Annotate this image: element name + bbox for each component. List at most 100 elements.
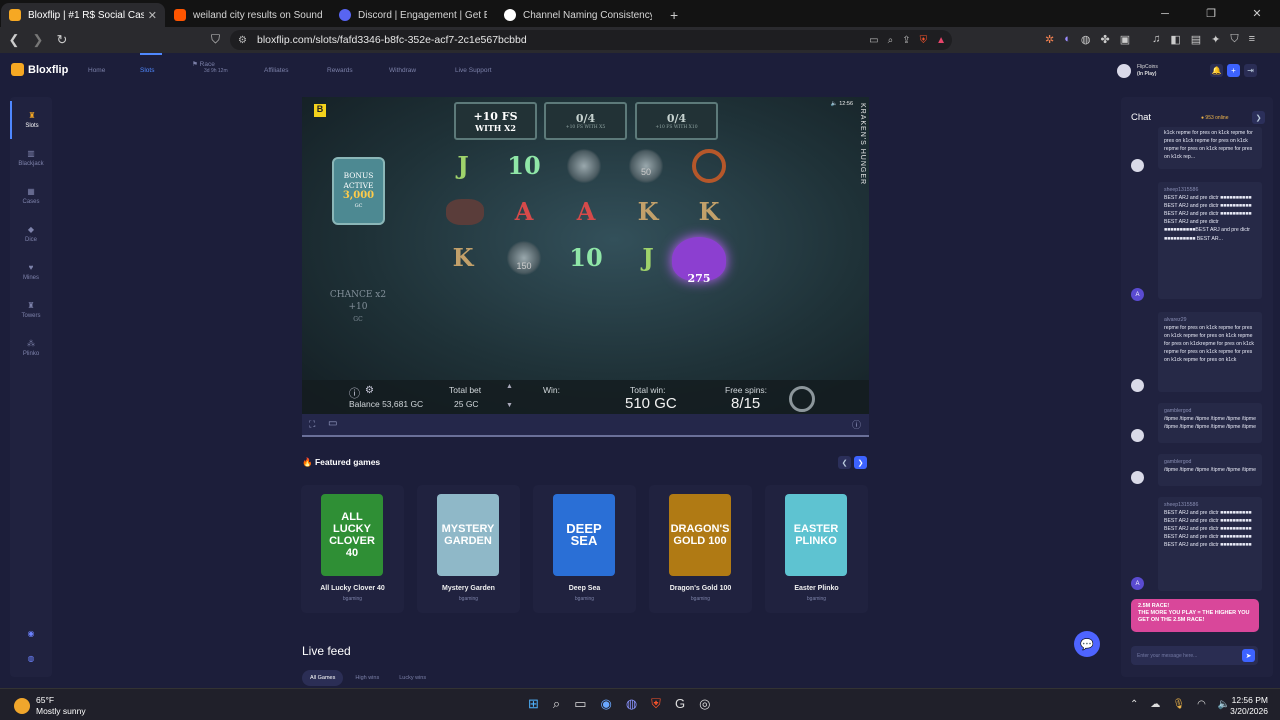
bookmark-icon[interactable]: ⛉ — [211, 32, 220, 47]
sidebar-item-cases[interactable]: ▦ Cases — [10, 177, 52, 215]
discord-icon[interactable]: ◍ — [28, 654, 35, 663]
settings-gear-icon[interactable]: ⚙ — [365, 385, 374, 396]
chat-support-bubble-icon[interactable]: 💬 — [1074, 631, 1100, 657]
brave-shield-icon[interactable]: ⛨ — [920, 35, 928, 46]
game-card[interactable]: EASTER PLINKO Easter Plinko bgaming — [765, 485, 868, 613]
fullscreen-icon[interactable]: ⛶ — [309, 419, 315, 430]
tab-soundcloud[interactable]: weiland city results on SoundCloud — [166, 3, 330, 27]
reload-icon[interactable]: ↻ — [52, 32, 72, 48]
close-tab-icon[interactable]: ✕ — [148, 9, 157, 22]
theater-mode-icon[interactable]: ▭ — [328, 418, 337, 429]
app-g-icon[interactable]: G — [675, 696, 685, 712]
zoom-icon[interactable]: ⌕ — [888, 35, 894, 46]
extension-ghost-icon[interactable]: ◐ — [1064, 33, 1071, 46]
tab-all-games[interactable]: All Games — [302, 670, 344, 686]
extension-discord-icon[interactable]: ◍ — [1081, 33, 1091, 46]
nav-race[interactable]: ⚑ Race 3d 9h 12m — [192, 61, 264, 74]
live-feed-tabs: All Games High wins Lucky wins — [302, 670, 434, 686]
app-icon[interactable]: ◉ — [600, 696, 611, 712]
system-tray: ⌃ ☁ 🎙 ◠ 🔈 — [1130, 699, 1230, 710]
game-control-bar: ⓘ ⚙ Balance 53,681 GC Total bet 25 GC ▲ … — [302, 380, 869, 414]
race-promo-banner[interactable]: 2.5M RACE! THE MORE YOU PLAY = THE HIGHER… — [1131, 599, 1259, 632]
nav-rewards[interactable]: Rewards — [327, 67, 389, 79]
app-steam-icon[interactable]: ◎ — [699, 696, 710, 712]
twitter-icon[interactable]: ◉ — [28, 629, 35, 638]
slot-game-frame[interactable]: B +10 FS WITH X2 0/4 +10 FS WITH X5 0/4 +10… — [302, 97, 869, 414]
bet-down-icon[interactable]: ▼ — [506, 402, 513, 409]
sidebar-toggle-icon[interactable]: ◧ — [1170, 33, 1180, 46]
user-profile[interactable]: FlipCoins (In Play) — [1117, 64, 1158, 78]
search-icon[interactable]: ⌕ — [553, 696, 560, 712]
extension-pinwheel-icon[interactable]: ✲ — [1045, 33, 1054, 46]
carousel-next-button[interactable]: ❯ — [854, 456, 867, 469]
logout-icon[interactable]: ⇥ — [1244, 64, 1257, 77]
wifi-icon[interactable]: ◠ — [1197, 699, 1206, 710]
file-explorer-icon[interactable]: ▭ — [574, 696, 586, 712]
sidebar-item-dice[interactable]: ◆ Dice — [10, 215, 52, 253]
collapse-chat-button[interactable]: ❯ — [1252, 111, 1265, 124]
minimize-icon[interactable]: ─ — [1142, 0, 1188, 27]
taskbar-clock[interactable]: 12:56 PM 3/20/2026 — [1226, 695, 1268, 717]
leo-ai-icon[interactable]: ✦ — [1211, 33, 1220, 46]
nav-affiliates[interactable]: Affiliates — [264, 67, 327, 79]
tab-lucky-wins[interactable]: Lucky wins — [391, 670, 434, 686]
site-info-icon[interactable]: ⚙ — [238, 35, 247, 46]
discord-taskbar-icon[interactable]: ◍ — [626, 696, 637, 712]
nav-slots[interactable]: Slots — [140, 67, 192, 79]
forward-icon[interactable]: ❯ — [28, 32, 48, 48]
carousel-prev-button[interactable]: ❮ — [838, 456, 851, 469]
tab-channel-naming[interactable]: Channel Naming Consistency — [496, 3, 660, 27]
close-window-icon[interactable]: ✕ — [1234, 0, 1280, 27]
back-icon[interactable]: ❮ — [4, 32, 24, 48]
cast-icon[interactable]: ▭ — [869, 35, 878, 46]
notifications-bell-icon[interactable]: 🔔 — [1210, 64, 1223, 77]
share-icon[interactable]: ⇪ — [902, 35, 910, 46]
onedrive-icon[interactable]: ☁ — [1150, 699, 1160, 710]
nav-live-support[interactable]: Live Support — [455, 67, 492, 79]
spin-button[interactable] — [789, 386, 815, 412]
game-title: KRAKEN'S HUNGER — [859, 103, 866, 186]
extension-square-icon[interactable]: ▣ — [1120, 33, 1130, 46]
nav-home[interactable]: Home — [88, 67, 140, 79]
maximize-icon[interactable]: ❐ — [1188, 0, 1234, 27]
music-icon[interactable]: ♫ — [1152, 33, 1160, 46]
menu-icon[interactable]: ≡ — [1249, 33, 1255, 46]
weather-widget[interactable]: 65°F Mostly sunny — [14, 695, 86, 717]
tray-overflow-icon[interactable]: ⌃ — [1130, 699, 1138, 710]
online-count-text: 953 online — [1205, 115, 1229, 121]
message-text: repme for pres on k1ck repme for pres on… — [1164, 325, 1254, 364]
game-info-icon[interactable]: ⓘ — [852, 418, 861, 431]
wallet-icon[interactable]: ▤ — [1191, 33, 1201, 46]
sun-icon — [14, 698, 30, 714]
bet-up-icon[interactable]: ▲ — [506, 383, 513, 390]
tab-high-wins[interactable]: High wins — [347, 670, 387, 686]
game-sidebar: ♜ Slots ▥ Blackjack ▦ Cases ◆ Dice ♥ Mines ♜ T… — [10, 97, 52, 677]
bloxflip-logo[interactable]: Bloxflip — [11, 63, 68, 76]
sidebar-item-mines[interactable]: ♥ Mines — [10, 253, 52, 291]
deposit-plus-button[interactable]: + — [1227, 64, 1240, 77]
vpn-icon[interactable]: ⛉ — [1230, 33, 1238, 46]
chat-message: sheep1315586 BEST ARJ and pre dictr ■■■■■… — [1158, 497, 1262, 591]
brave-browser-icon[interactable]: ⛨ — [651, 696, 661, 712]
sidebar-item-blackjack[interactable]: ▥ Blackjack — [10, 139, 52, 177]
sidebar-item-plinko[interactable]: ⁂ Plinko — [10, 329, 52, 367]
send-message-button[interactable]: ➤ — [1242, 649, 1255, 662]
extensions-puzzle-icon[interactable]: ✤ — [1100, 33, 1109, 46]
chat-input[interactable]: Enter your message here... ➤ — [1131, 646, 1258, 665]
new-tab-button[interactable]: + — [670, 7, 678, 23]
microphone-icon[interactable]: 🎙 — [1172, 699, 1185, 710]
game-card[interactable]: DRAGON'S GOLD 100 Dragon's Gold 100 bgamin… — [649, 485, 752, 613]
sidebar-item-slots[interactable]: ♜ Slots — [10, 101, 52, 139]
sound-icon[interactable]: 🔈 — [831, 101, 839, 107]
game-card[interactable]: DEEP SEA Deep Sea bgaming — [533, 485, 636, 613]
tab-bloxflip[interactable]: Bloxflip | #1 R$ Social Casino ✕ — [1, 3, 165, 27]
tab-discord[interactable]: Discord | Engagement | Get Bet — [331, 3, 495, 27]
sidebar-item-towers[interactable]: ♜ Towers — [10, 291, 52, 329]
game-provider: bgaming — [342, 596, 363, 602]
nav-withdraw[interactable]: Withdraw — [389, 67, 455, 79]
url-field[interactable]: ⚙ bloxflip.com/slots/fafd3346-b8fc-352e-… — [230, 30, 952, 50]
game-card[interactable]: MYSTERY GARDEN Mystery Garden bgaming — [417, 485, 520, 613]
game-card[interactable]: ALL LUCKY CLOVER 40 All Lucky Clover 40 bg… — [301, 485, 404, 613]
windows-start-icon[interactable]: ⊞ — [528, 696, 539, 712]
brave-rewards-icon[interactable]: ▲ — [936, 35, 946, 46]
